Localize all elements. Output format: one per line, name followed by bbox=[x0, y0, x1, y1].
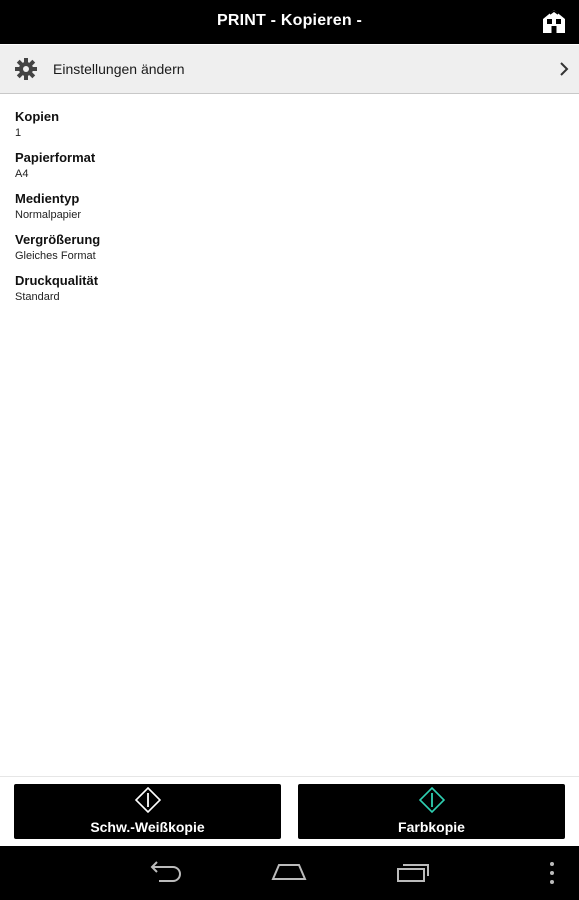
page-title: PRINT - Kopieren - bbox=[217, 12, 362, 29]
setting-value: Gleiches Format bbox=[15, 250, 96, 262]
setting-label: Medientyp bbox=[15, 191, 80, 206]
setting-value: Normalpapier bbox=[15, 209, 82, 221]
list-item: Medientyp Normalpapier bbox=[15, 190, 100, 231]
settings-summary-list: Kopien 1 Papierformat A4 Medientyp Norma… bbox=[15, 108, 100, 313]
home-icon[interactable] bbox=[542, 9, 566, 34]
list-item: Papierformat A4 bbox=[15, 149, 100, 190]
change-settings-label: Einstellungen ändern bbox=[53, 61, 185, 77]
system-nav-bar bbox=[0, 846, 579, 900]
list-item: Druckqualität Standard bbox=[15, 272, 100, 313]
overflow-menu-icon[interactable] bbox=[548, 861, 556, 885]
list-item: Vergrößerung Gleiches Format bbox=[15, 231, 100, 272]
top-bar: PRINT - Kopieren - bbox=[0, 0, 579, 44]
bw-copy-button[interactable]: Schw.-Weißkopie bbox=[14, 784, 281, 839]
setting-label: Vergrößerung bbox=[15, 232, 101, 247]
setting-label: Druckqualität bbox=[15, 273, 99, 288]
setting-value: Standard bbox=[15, 291, 60, 303]
recents-icon[interactable] bbox=[396, 861, 430, 883]
change-settings-row[interactable]: Einstellungen ändern bbox=[0, 45, 579, 94]
gear-icon bbox=[15, 58, 37, 80]
setting-label: Kopien bbox=[15, 109, 60, 124]
start-icon bbox=[418, 787, 445, 813]
setting-value: A4 bbox=[15, 168, 29, 180]
bw-copy-label: Schw.-Weißkopie bbox=[90, 819, 205, 835]
home-nav-icon[interactable] bbox=[271, 863, 307, 881]
back-icon[interactable] bbox=[149, 860, 183, 884]
chevron-right-icon bbox=[560, 62, 569, 76]
setting-label: Papierformat bbox=[15, 150, 96, 165]
color-copy-label: Farbkopie bbox=[398, 819, 465, 835]
list-item: Kopien 1 bbox=[15, 108, 100, 149]
bottom-divider bbox=[0, 776, 579, 777]
color-copy-button[interactable]: Farbkopie bbox=[298, 784, 565, 839]
start-icon bbox=[134, 787, 161, 813]
setting-value: 1 bbox=[15, 127, 22, 139]
